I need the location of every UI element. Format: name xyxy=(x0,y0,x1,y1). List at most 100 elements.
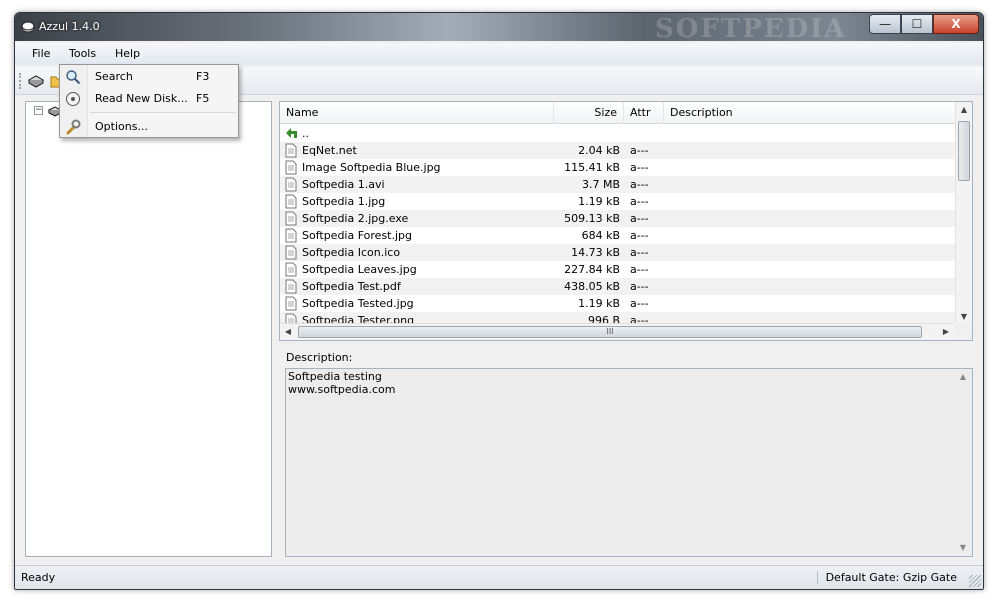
file-row[interactable]: Softpedia Test.pdf 438.05 kB a--- xyxy=(280,278,956,295)
scroll-up-icon[interactable]: ▲ xyxy=(956,102,972,118)
resize-grip[interactable] xyxy=(969,575,981,587)
file-icon xyxy=(285,262,297,277)
file-row[interactable]: Softpedia Icon.ico 14.73 kB a--- xyxy=(280,244,956,261)
window-title: Azzul 1.4.0 xyxy=(39,20,100,33)
description-scrollbar[interactable]: ▲ ▼ xyxy=(955,369,972,556)
file-name: Image Softpedia Blue.jpg xyxy=(302,161,441,174)
up-arrow-icon xyxy=(286,128,297,138)
parent-folder-row[interactable]: .. xyxy=(280,125,956,142)
file-icon xyxy=(285,228,297,243)
wrench-icon xyxy=(66,119,81,135)
column-header-description[interactable]: Description xyxy=(664,102,956,124)
file-attr: a--- xyxy=(630,280,649,293)
file-attr: a--- xyxy=(630,263,649,276)
file-size: 509.13 kB xyxy=(564,212,620,225)
disc-icon xyxy=(66,92,80,106)
file-attr: a--- xyxy=(630,161,649,174)
file-row[interactable]: Softpedia 2.jpg.exe 509.13 kB a--- xyxy=(280,210,956,227)
scroll-right-icon[interactable]: ▶ xyxy=(938,324,954,340)
horizontal-scrollbar[interactable]: ◀ III ▶ xyxy=(280,323,956,340)
description-text[interactable]: Softpedia testing www.softpedia.com xyxy=(288,370,395,396)
menu-item-options[interactable]: Options... xyxy=(60,116,238,138)
file-row[interactable]: Softpedia 1.avi 3.7 MB a--- xyxy=(280,176,956,193)
file-name: Softpedia Test.pdf xyxy=(302,280,401,293)
menu-item-shortcut: F5 xyxy=(196,92,210,105)
file-size: 684 kB xyxy=(581,229,620,242)
file-row[interactable]: Softpedia Tested.jpg 1.19 kB a--- xyxy=(280,295,956,312)
file-row[interactable]: EqNet.net 2.04 kB a--- xyxy=(280,142,956,159)
title-bar[interactable]: Azzul 1.4.0 SOFTPEDIA — ☐ X xyxy=(15,13,983,44)
file-size: 14.73 kB xyxy=(571,246,620,259)
file-row[interactable]: Image Softpedia Blue.jpg 115.41 kB a--- xyxy=(280,159,956,176)
file-icon xyxy=(285,177,297,192)
file-name: Softpedia Icon.ico xyxy=(302,246,401,259)
file-description xyxy=(670,261,950,278)
list-body: .. EqNet.net 2.04 kB a--- Image Softpedia Bl… xyxy=(280,125,956,325)
file-description xyxy=(670,278,950,295)
file-description xyxy=(670,244,950,261)
file-icon xyxy=(285,245,297,260)
menu-tools[interactable]: Tools xyxy=(65,47,100,60)
file-size: 227.84 kB xyxy=(564,263,620,276)
gate-status: Default Gate: Gzip Gate xyxy=(816,571,957,584)
file-size: 1.19 kB xyxy=(578,195,620,208)
file-description xyxy=(670,295,950,312)
column-header-attr[interactable]: Attr xyxy=(624,102,664,124)
toolbar-grip[interactable] xyxy=(19,73,22,89)
file-attr: a--- xyxy=(630,212,649,225)
file-icon xyxy=(285,296,297,311)
menu-item-label: Search xyxy=(95,70,133,83)
column-header-size[interactable]: Size xyxy=(554,102,624,124)
file-size: 438.05 kB xyxy=(564,280,620,293)
description-label: Description: xyxy=(286,351,353,364)
folder-tree[interactable]: − xyxy=(25,101,272,557)
file-name: .. xyxy=(302,127,309,140)
status-text: Ready xyxy=(21,571,56,584)
list-header: Name Size Attr Description xyxy=(280,102,956,124)
file-icon xyxy=(285,194,297,209)
file-attr: a--- xyxy=(630,229,649,242)
file-description xyxy=(670,159,950,176)
magnifier-icon xyxy=(66,70,81,85)
file-row[interactable]: Softpedia Forest.jpg 684 kB a--- xyxy=(280,227,956,244)
scroll-thumb[interactable] xyxy=(958,121,970,181)
watermark-text: SOFTPEDIA xyxy=(655,14,847,44)
column-header-name[interactable]: Name xyxy=(280,102,554,124)
file-name: Softpedia Tested.jpg xyxy=(302,297,414,310)
file-icon xyxy=(285,211,297,226)
vertical-scrollbar[interactable]: ▲ ▼ xyxy=(955,102,972,325)
maximize-button[interactable]: ☐ xyxy=(901,14,933,34)
minimize-button[interactable]: — xyxy=(869,14,901,34)
file-attr: a--- xyxy=(630,144,649,157)
file-description xyxy=(670,227,950,244)
menu-bar: File Tools Help xyxy=(15,43,983,94)
menu-separator xyxy=(90,112,236,113)
menu-help[interactable]: Help xyxy=(111,47,144,60)
file-name: Softpedia 1.jpg xyxy=(302,195,386,208)
close-button[interactable]: X xyxy=(933,14,979,34)
scroll-left-icon[interactable]: ◀ xyxy=(280,324,296,340)
file-row[interactable]: Softpedia 1.jpg 1.19 kB a--- xyxy=(280,193,956,210)
file-size: 1.19 kB xyxy=(578,297,620,310)
scroll-down-icon[interactable]: ▼ xyxy=(955,540,971,556)
file-size: 2.04 kB xyxy=(578,144,620,157)
disk-icon[interactable] xyxy=(27,72,45,90)
file-description xyxy=(670,193,950,210)
file-description xyxy=(670,125,950,142)
file-attr: a--- xyxy=(630,178,649,191)
menu-item-read-new-disk[interactable]: Read New Disk... F5 xyxy=(60,88,238,110)
file-name: Softpedia Leaves.jpg xyxy=(302,263,417,276)
status-bar: Ready Default Gate: Gzip Gate xyxy=(15,565,983,589)
horizontal-scroll-thumb[interactable]: III xyxy=(298,326,922,338)
scroll-up-icon[interactable]: ▲ xyxy=(955,369,971,385)
tree-collapse-toggle[interactable]: − xyxy=(34,106,43,115)
file-name: Softpedia 2.jpg.exe xyxy=(302,212,409,225)
app-logo-icon xyxy=(21,21,35,33)
file-size: 115.41 kB xyxy=(564,161,620,174)
description-box[interactable]: Softpedia testing www.softpedia.com ▲ ▼ xyxy=(285,368,973,557)
file-row[interactable]: Softpedia Leaves.jpg 227.84 kB a--- xyxy=(280,261,956,278)
menu-file[interactable]: File xyxy=(28,47,54,60)
menu-item-search[interactable]: Search F3 xyxy=(60,66,238,88)
file-attr xyxy=(630,125,660,142)
file-list[interactable]: Name Size Attr Description .. EqNet.net 2.… xyxy=(279,101,973,341)
